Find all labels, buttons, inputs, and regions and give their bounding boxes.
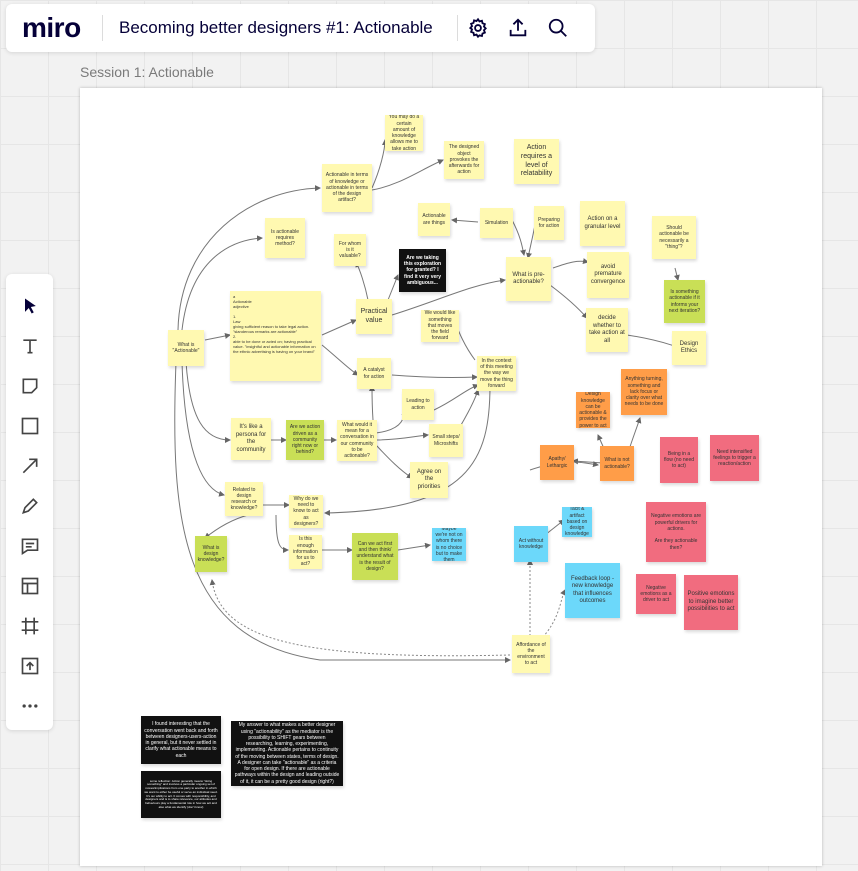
note-for-whom[interactable]: For whom is it valuable?	[334, 234, 366, 266]
note-apathy[interactable]: Apathy/ Lethargic	[540, 445, 574, 480]
note-affordance[interactable]: Affordance of the environment to act	[512, 635, 550, 673]
comment-icon[interactable]	[10, 526, 50, 566]
note-what-is-not[interactable]: What is not actionable?	[600, 446, 634, 481]
text-icon[interactable]	[10, 326, 50, 366]
tools-panel	[6, 274, 53, 730]
note-black-comment-2[interactable]: some reflection: Action generally means …	[141, 771, 221, 818]
board-title[interactable]: Becoming better designers #1: Actionable	[103, 18, 455, 38]
note-feedback-loop[interactable]: Feedback loop - new knowledge that influ…	[565, 563, 620, 618]
note-preparing[interactable]: Preparing for action	[534, 206, 564, 240]
note-positive[interactable]: Positive emotions to imagine better poss…	[684, 575, 738, 630]
note-negative-drivers[interactable]: Negative emotions are powerful drivers f…	[646, 502, 706, 562]
note-practical-value[interactable]: Practical value	[356, 299, 392, 334]
note-design-knowledge[interactable]: Design knowledge can be actionable & pro…	[576, 392, 610, 428]
note-enough-knowledge[interactable]: Why do we need to know to act as designe…	[289, 495, 323, 528]
select-cursor-icon[interactable]	[10, 286, 50, 326]
note-related-research[interactable]: Related to design research or knowledge?	[225, 482, 263, 516]
arrow-icon[interactable]	[10, 446, 50, 486]
more-icon[interactable]	[10, 686, 50, 726]
frame-layout-icon[interactable]	[10, 566, 50, 606]
note-actionable-are-things[interactable]: Actionable are things	[418, 203, 450, 236]
note-decide[interactable]: decide whether to take action at all	[586, 308, 628, 352]
note-premature[interactable]: avoid premature convergence	[587, 252, 629, 298]
miro-logo[interactable]: miro	[6, 12, 102, 44]
note-community[interactable]: Are we action driven as a community righ…	[286, 420, 324, 460]
sticky-note-icon[interactable]	[10, 366, 50, 406]
upload-icon[interactable]	[498, 8, 538, 48]
note-tacit[interactable]: Tacit & artifact based on design knowled…	[562, 507, 592, 537]
note-priorities[interactable]: Agree on the priorities	[410, 462, 448, 498]
pen-icon[interactable]	[10, 486, 50, 526]
note-informs[interactable]: Is something actionable if it informs yo…	[664, 280, 705, 323]
note-intensified[interactable]: Need intensified feelings to trigger a r…	[710, 435, 759, 481]
note-negative-driver[interactable]: Negative emotions as a driver to act	[636, 574, 676, 614]
note-definition[interactable]: a Actionable adjective 1. Law giving suf…	[230, 291, 321, 381]
note-small-steps[interactable]: Small steps/ Microshifts	[429, 424, 463, 457]
note-black-comment-1[interactable]: I found interesting that the conversatio…	[141, 716, 221, 764]
shape-icon[interactable]	[10, 406, 50, 446]
upload-icon[interactable]	[10, 646, 50, 686]
note-relatability[interactable]: Action requires a level of relatability	[514, 139, 559, 184]
note-know-enough[interactable]: You may do a certain amount of knowledge…	[385, 115, 423, 151]
search-icon[interactable]	[538, 8, 578, 48]
note-persona[interactable]: It's like a persona for the community	[231, 418, 271, 460]
frame-icon[interactable]	[10, 606, 50, 646]
note-should-be-thing[interactable]: Should actionable be necessarily a "thin…	[652, 216, 696, 259]
note-conversation[interactable]: What would it mean for a conversation in…	[337, 420, 377, 461]
note-what-is-knowledge[interactable]: What is design knowledge?	[195, 536, 227, 572]
gear-icon[interactable]	[458, 8, 498, 48]
note-act-without[interactable]: Act without knowledge	[514, 526, 548, 562]
note-context[interactable]: In the context of this meeting the way w…	[477, 356, 516, 391]
note-catalyst[interactable]: A catalyst for action	[357, 358, 391, 389]
note-knowledge-or-design[interactable]: Actionable in terms of knowledge or acti…	[322, 164, 372, 212]
board-frame[interactable]: What is "Actionable" a Actionable adject…	[80, 88, 822, 866]
note-moves-forward[interactable]: We would like something that moves the f…	[421, 310, 459, 342]
note-granular[interactable]: Action on a granular level	[580, 201, 625, 246]
note-design-artifact[interactable]: The designed object provokes the afterwa…	[444, 141, 484, 179]
note-requires-method[interactable]: Is actionable requires method?	[265, 218, 305, 258]
note-act-first[interactable]: Can we act first and then think/ underst…	[352, 533, 398, 580]
note-maybe-not[interactable]: Maybe we're not on whom there is no choi…	[432, 528, 466, 561]
frame-title[interactable]: Session 1: Actionable	[80, 64, 214, 80]
note-leading[interactable]: Leading to action	[402, 389, 434, 420]
note-anything-turning[interactable]: Anything turning, something and lack foc…	[621, 369, 667, 415]
note-pre-actionable[interactable]: What is pre-actionable?	[506, 257, 551, 301]
note-black-comment-3[interactable]: My answer to what makes a better designe…	[231, 721, 343, 786]
note-ambiguous[interactable]: Are we taking this exploration for grant…	[399, 249, 446, 292]
note-simulation[interactable]: Simulation	[480, 208, 513, 238]
note-know-enough-act[interactable]: Is this enough information for us to act…	[289, 535, 322, 569]
note-being-in-flow[interactable]: Being in a flow (no need to act)	[660, 437, 698, 483]
note-ethics[interactable]: Design Ethics	[672, 331, 706, 365]
note-what-is-actionable[interactable]: What is "Actionable"	[168, 330, 204, 366]
top-bar: miro Becoming better designers #1: Actio…	[6, 4, 595, 52]
